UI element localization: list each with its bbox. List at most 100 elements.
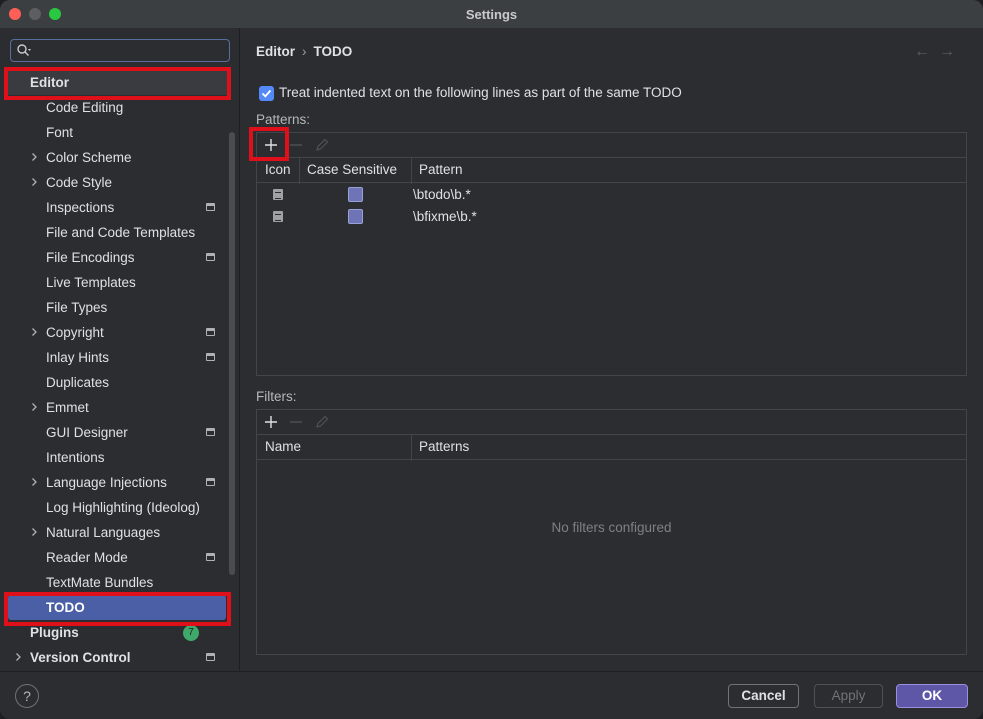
sidebar-item-label: Live Templates (46, 275, 136, 290)
chevron-right-icon[interactable] (30, 478, 38, 486)
sidebar-item-file-types[interactable]: File Types (0, 295, 230, 320)
case-sensitive-checkbox[interactable] (348, 187, 363, 202)
sidebar-item-inlay-hints[interactable]: Inlay Hints (0, 345, 230, 370)
filters-column-header: Name Patterns (257, 434, 966, 461)
chevron-right-icon[interactable] (30, 153, 38, 161)
sidebar-item-label: Log Highlighting (Ideolog) (46, 500, 200, 515)
case-sensitive-checkbox[interactable] (348, 209, 363, 224)
sidebar-item-inspections[interactable]: Inspections (0, 195, 230, 220)
sidebar-item-gui-designer[interactable]: GUI Designer (0, 420, 230, 445)
sidebar-item-language-injections[interactable]: Language Injections (0, 470, 230, 495)
pattern-value: \bfixme\b.* (413, 209, 477, 224)
filters-table: Name Patterns No filters configured (256, 409, 967, 655)
project-level-icon (206, 253, 215, 261)
sidebar-item-label: Version Control (30, 650, 131, 665)
search-icon (17, 44, 31, 56)
sidebar-item-todo[interactable]: TODO (8, 595, 226, 620)
chevron-right-icon[interactable] (30, 328, 38, 336)
sidebar-item-label: Duplicates (46, 375, 110, 390)
window-title: Settings (465, 7, 518, 22)
sidebar-scrollbar[interactable] (229, 132, 235, 575)
todo-icon (273, 211, 283, 222)
apply-button[interactable]: Apply (814, 684, 883, 708)
column-name[interactable]: Name (265, 439, 301, 454)
dialog-footer: ? Cancel Apply OK (0, 671, 983, 719)
sidebar-item-label: Inlay Hints (46, 350, 110, 365)
sidebar-item-color-scheme[interactable]: Color Scheme (0, 145, 230, 170)
sidebar-item-label: File Types (46, 300, 108, 315)
column-pattern[interactable]: Pattern (419, 162, 463, 177)
chevron-right-icon[interactable] (14, 653, 22, 661)
help-button[interactable]: ? (15, 684, 39, 708)
patterns-label: Patterns: (256, 112, 311, 127)
sidebar-item-textmate-bundles[interactable]: TextMate Bundles (0, 570, 230, 595)
table-row[interactable]: \bfixme\b.* (257, 206, 966, 228)
sidebar-item-label: TextMate Bundles (46, 575, 154, 590)
column-patterns[interactable]: Patterns (419, 439, 469, 454)
sidebar-item-duplicates[interactable]: Duplicates (0, 370, 230, 395)
sidebar-item-code-style[interactable]: Code Style (0, 170, 230, 195)
breadcrumb-separator: › (302, 44, 307, 59)
sidebar-item-label: Intentions (46, 450, 105, 465)
cancel-button[interactable]: Cancel (728, 684, 799, 708)
sidebar-item-file-and-code-templates[interactable]: File and Code Templates (0, 220, 230, 245)
patterns-table: Icon Case Sensitive Pattern \btodo\b.* \… (256, 132, 967, 376)
table-row[interactable]: \btodo\b.* (257, 184, 966, 206)
sidebar-item-label: GUI Designer (46, 425, 128, 440)
edit-filter-button[interactable] (314, 414, 330, 430)
remove-pattern-button[interactable] (288, 137, 304, 153)
forward-arrow-icon[interactable]: → (939, 44, 955, 60)
sidebar-item-editor[interactable]: Editor (8, 70, 230, 95)
project-level-icon (206, 428, 215, 436)
sidebar-item-log-highlighting-ideolog[interactable]: Log Highlighting (Ideolog) (0, 495, 230, 520)
sidebar-item-intentions[interactable]: Intentions (0, 445, 230, 470)
sidebar-item-label: Color Scheme (46, 150, 132, 165)
sidebar-item-label: Inspections (46, 200, 115, 215)
sidebar-item-label: Code Editing (46, 100, 124, 115)
sidebar-item-file-encodings[interactable]: File Encodings (0, 245, 230, 270)
sidebar-item-label: Editor (30, 75, 69, 90)
sidebar-item-label: Reader Mode (46, 550, 128, 565)
sidebar-item-label: Language Injections (46, 475, 167, 490)
ok-button[interactable]: OK (896, 684, 968, 708)
sidebar-item-plugins[interactable]: Plugins 7 (0, 620, 230, 645)
sidebar-item-label: TODO (46, 600, 85, 615)
settings-sidebar: Editor Code Editing Font Color Scheme Code S… (0, 28, 240, 671)
add-pattern-button[interactable] (263, 137, 279, 153)
filters-label: Filters: (256, 389, 297, 404)
sidebar-item-live-templates[interactable]: Live Templates (0, 270, 230, 295)
filters-toolbar (257, 410, 966, 434)
breadcrumb-current: TODO (313, 44, 353, 59)
breadcrumb: Editor › TODO (256, 44, 352, 59)
sidebar-item-label: Emmet (46, 400, 89, 415)
project-level-icon (206, 353, 215, 361)
breadcrumb-parent[interactable]: Editor (256, 44, 295, 59)
back-arrow-icon[interactable]: ← (914, 44, 930, 60)
sidebar-item-natural-languages[interactable]: Natural Languages (0, 520, 230, 545)
sidebar-item-emmet[interactable]: Emmet (0, 395, 230, 420)
empty-filters-message: No filters configured (551, 520, 672, 535)
remove-filter-button[interactable] (288, 414, 304, 430)
chevron-right-icon[interactable] (30, 178, 38, 186)
column-icon[interactable]: Icon (265, 162, 291, 177)
patterns-column-header: Icon Case Sensitive Pattern (257, 157, 966, 184)
project-level-icon (206, 203, 215, 211)
sidebar-item-font[interactable]: Font (0, 120, 230, 145)
add-filter-button[interactable] (263, 414, 279, 430)
sidebar-item-version-control[interactable]: Version Control (0, 645, 230, 670)
column-case-sensitive[interactable]: Case Sensitive (307, 162, 397, 177)
settings-search-input[interactable] (10, 39, 230, 62)
sidebar-item-label: File and Code Templates (46, 225, 196, 240)
edit-pattern-button[interactable] (314, 137, 330, 153)
project-level-icon (206, 553, 215, 561)
sidebar-item-copyright[interactable]: Copyright (0, 320, 230, 345)
project-level-icon (206, 653, 215, 661)
chevron-right-icon[interactable] (30, 403, 38, 411)
treat-indented-checkbox[interactable] (259, 86, 274, 101)
chevron-right-icon[interactable] (30, 528, 38, 536)
sidebar-item-code-editing[interactable]: Code Editing (0, 95, 230, 120)
sidebar-item-label: Copyright (46, 325, 104, 340)
pattern-value: \btodo\b.* (413, 187, 471, 202)
sidebar-item-reader-mode[interactable]: Reader Mode (0, 545, 230, 570)
sidebar-item-label: Plugins (30, 625, 79, 640)
